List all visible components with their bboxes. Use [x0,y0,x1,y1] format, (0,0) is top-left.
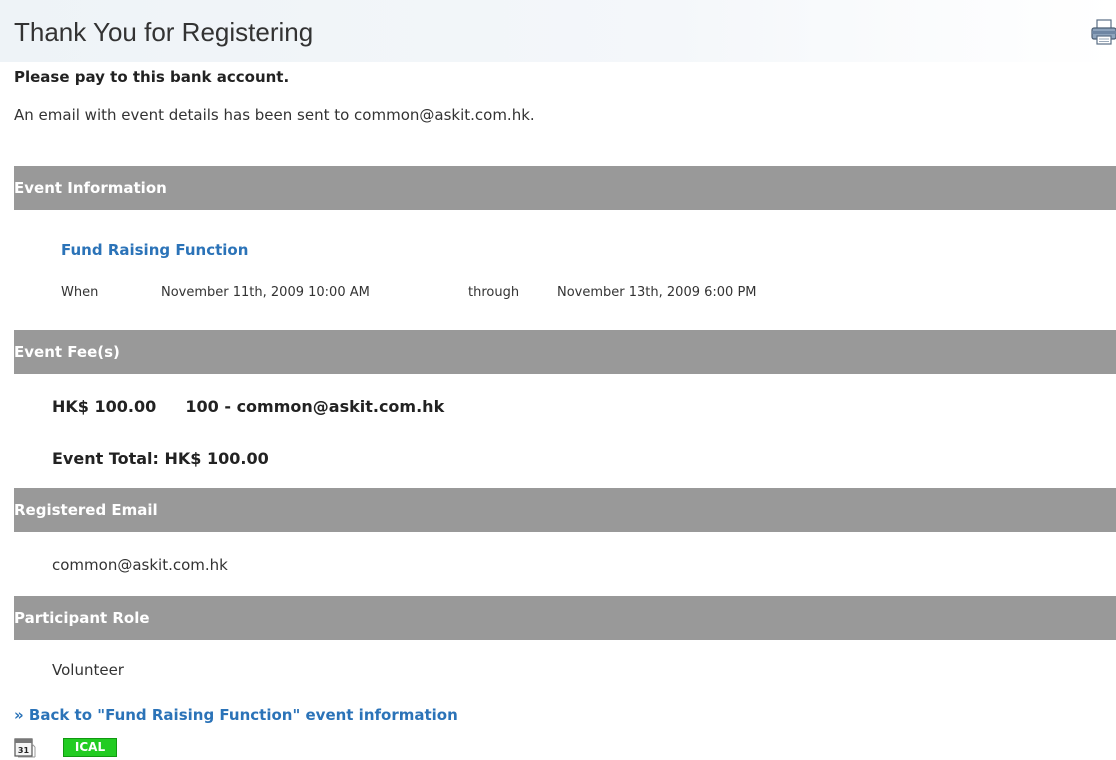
event-fees-header: Event Fee(s) [14,330,1116,374]
fee-description: 100 - common@askit.com.hk [185,397,445,416]
printer-icon[interactable] [1090,18,1116,46]
section-header-label: Participant Role [14,609,150,627]
section-header-label: Event Information [14,179,167,197]
section-header-label: Event Fee(s) [14,343,120,361]
registered-email-value: common@askit.com.hk [52,556,228,574]
ical-download-button[interactable]: ICAL [63,738,117,757]
registered-email-header: Registered Email [14,488,1116,532]
event-information-header: Event Information [14,166,1116,210]
event-start-datetime: November 11th, 2009 10:00 AM [161,285,370,300]
event-name-link[interactable]: Fund Raising Function [61,241,248,259]
through-label: through [468,285,520,300]
participant-role-value: Volunteer [52,661,124,679]
email-sent-notice: An email with event details has been sen… [14,106,535,124]
event-end-datetime: November 13th, 2009 6:00 PM [557,285,757,300]
fee-amount: HK$ 100.00 [52,397,157,416]
pay-instruction: Please pay to this bank account. [14,68,290,86]
participant-role-header: Participant Role [14,596,1116,640]
fee-line-item: HK$ 100.00 100 - common@askit.com.hk [52,397,444,416]
calendar-icon[interactable]: 31 [14,738,36,758]
event-total: Event Total: HK$ 100.00 [52,449,269,468]
when-label: When [61,285,99,300]
registration-confirmation-page: Thank You for Registering Please pay to … [0,0,1116,760]
page-title: Thank You for Registering [14,17,314,47]
title-bar: Thank You for Registering [0,0,1116,62]
calendar-icon-number: 31 [18,746,30,755]
section-header-label: Registered Email [14,501,158,519]
back-to-event-link[interactable]: » Back to "Fund Raising Function" event … [14,706,458,724]
